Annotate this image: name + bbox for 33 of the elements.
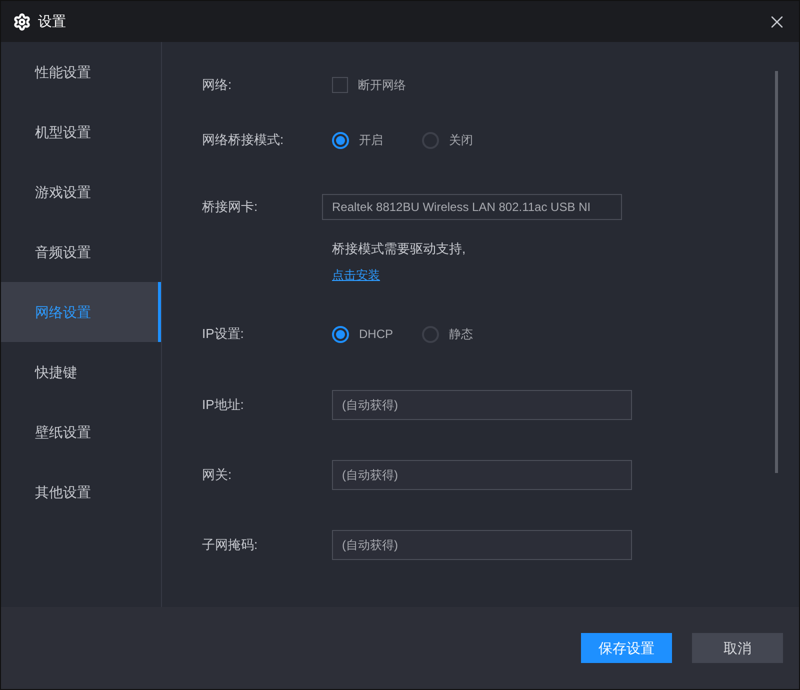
scrollbar[interactable] — [775, 71, 778, 473]
install-link[interactable]: 点击安装 — [332, 266, 380, 284]
field-label: IP设置: — [202, 326, 244, 341]
field-label: IP地址: — [202, 397, 244, 412]
sidebar-item[interactable]: 其他设置 — [1, 462, 161, 522]
field-label: 网关: — [202, 467, 232, 482]
sidebar-item[interactable]: 性能设置 — [1, 42, 161, 102]
field-label: 子网掩码: — [202, 537, 258, 552]
sidebar-item[interactable]: 壁纸设置 — [1, 402, 161, 462]
radio-label: DHCP — [359, 326, 394, 343]
sidebar-item[interactable]: 游戏设置 — [1, 162, 161, 222]
checkbox-label: 断开网络 — [358, 77, 406, 94]
radio-label: 开启 — [359, 132, 383, 149]
sidebar-item[interactable]: 网络设置 — [1, 282, 161, 342]
settings-icon — [13, 12, 31, 30]
network-adapter-field[interactable]: Realtek 8812BU Wireless LAN 802.11ac USB NI — [322, 194, 622, 220]
sidebar-item[interactable]: 音频设置 — [1, 222, 161, 282]
radio-button[interactable] — [332, 326, 349, 342]
field-label: 网络: — [202, 77, 232, 92]
window-title: 设置 — [38, 12, 66, 31]
sidebar-item[interactable]: 机型设置 — [1, 102, 161, 162]
cancel-button[interactable]: 取消 — [692, 633, 783, 663]
input-field[interactable]: (自动获得) — [332, 390, 632, 420]
input-field[interactable]: (自动获得) — [332, 530, 632, 560]
sidebar-item[interactable]: 快捷键 — [1, 342, 161, 402]
radio-button[interactable] — [332, 132, 349, 148]
radio-label: 静态 — [449, 326, 473, 343]
field-label: 桥接网卡: — [202, 199, 258, 214]
note-text: 桥接模式需要驱动支持, — [332, 240, 466, 258]
radio-label: 关闭 — [449, 132, 473, 149]
checkbox[interactable] — [332, 77, 348, 93]
field-label: 网络桥接模式: — [202, 132, 284, 147]
input-field[interactable]: (自动获得) — [332, 460, 632, 490]
